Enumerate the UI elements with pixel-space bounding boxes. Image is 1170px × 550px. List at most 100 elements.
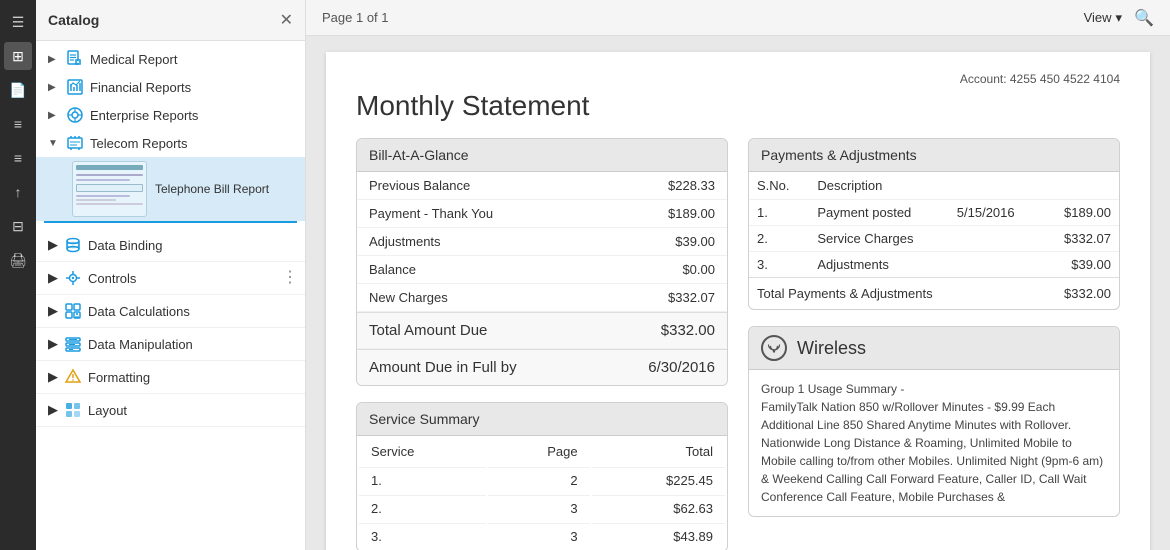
bill-row-payment: Payment - Thank You $189.00 xyxy=(357,200,727,228)
payment-desc: Service Charges xyxy=(809,226,948,252)
service-num: 3. xyxy=(359,523,486,549)
bill-row-label: Adjustments xyxy=(369,234,441,249)
payment-num: 2. xyxy=(749,226,809,252)
expand-arrow: ▶ xyxy=(48,270,58,286)
document-right-column: Payments & Adjustments S.No. Description xyxy=(748,138,1120,550)
expand-arrow: ▶ xyxy=(48,237,58,253)
sidebar-item-label: Layout xyxy=(88,403,127,418)
bill-at-a-glance-header: Bill-At-A-Glance xyxy=(357,139,727,172)
sidebar-item-data-calculations[interactable]: ▶ Data Calculations xyxy=(36,295,305,328)
grid-icon[interactable]: ⊞ xyxy=(4,42,32,70)
sidebar-item-layout[interactable]: ▶ Layout xyxy=(36,394,305,427)
bill-row-previous-balance: Previous Balance $228.33 xyxy=(357,172,727,200)
payment-amount: $39.00 xyxy=(1041,252,1119,278)
expand-arrow: ▶ xyxy=(48,54,60,65)
service-summary-header: Service Summary xyxy=(357,403,727,436)
view-label: View xyxy=(1084,10,1112,25)
sidebar-item-telecom-reports[interactable]: ▼ Telecom Reports xyxy=(36,129,305,157)
sidebar-item-label: Enterprise Reports xyxy=(90,108,297,123)
document-page: Account: 4255 450 4522 4104 Monthly Stat… xyxy=(326,52,1150,550)
bill-row-adjustments: Adjustments $39.00 xyxy=(357,228,727,256)
bill-row-value: $189.00 xyxy=(668,206,715,221)
service-total: $43.89 xyxy=(592,523,725,549)
document-title: Monthly Statement xyxy=(356,90,1120,122)
document-body: Bill-At-A-Glance Previous Balance $228.3… xyxy=(356,138,1120,550)
bill-row-value: $332.00 xyxy=(661,322,715,339)
document-icon[interactable]: 📄 xyxy=(4,76,32,104)
service-row: 1. 2 $225.45 xyxy=(359,467,725,493)
list-icon[interactable]: ≡ xyxy=(4,110,32,138)
top-bar: Page 1 of 1 View ▾ 🔍 xyxy=(306,0,1170,36)
payment-row: 1. Payment posted 5/15/2016 $189.00 xyxy=(749,200,1119,226)
sidebar-item-data-binding[interactable]: ▶ Data Binding xyxy=(36,229,305,262)
expand-arrow: ▶ xyxy=(48,336,58,352)
minus-box-icon[interactable]: ⊟ xyxy=(4,212,32,240)
service-summary-table: Service Page Total 1. 2 $225.45 xyxy=(357,436,727,550)
report-thumbnail-label: Telephone Bill Report xyxy=(155,182,269,196)
expand-arrow: ▶ xyxy=(48,82,60,93)
sidebar-item-label: Data Manipulation xyxy=(88,337,193,352)
view-button[interactable]: View ▾ xyxy=(1084,10,1122,26)
catalog-header: Catalog ✕ xyxy=(36,0,305,41)
bill-row-value: $228.33 xyxy=(668,178,715,193)
service-col-header: Service xyxy=(359,438,486,465)
catalog-close-button[interactable]: ✕ xyxy=(280,10,293,30)
page-col-header: Page xyxy=(488,438,590,465)
bill-row-total-amount: Total Amount Due $332.00 xyxy=(357,312,727,349)
enterprise-reports-icon xyxy=(66,106,84,124)
bill-row-value: $332.07 xyxy=(668,290,715,305)
service-num: 2. xyxy=(359,495,486,521)
hamburger-icon[interactable]: ☰ xyxy=(4,8,32,36)
search-icon[interactable]: 🔍 xyxy=(1134,8,1154,28)
date-col-header xyxy=(949,172,1041,200)
sidebar-item-label: Medical Report xyxy=(90,52,297,67)
data-binding-icon xyxy=(64,236,82,254)
sidebar-item-telephone-bill-report[interactable]: Telephone Bill Report xyxy=(36,157,305,221)
payment-date: 5/15/2016 xyxy=(949,200,1041,226)
expand-arrow: ▶ xyxy=(48,303,58,319)
payments-total-label: Total Payments & Adjustments xyxy=(757,286,933,301)
format-icon[interactable]: ≡ xyxy=(4,144,32,172)
bill-row-label: Total Amount Due xyxy=(369,322,487,339)
document-area: Account: 4255 450 4522 4104 Monthly Stat… xyxy=(306,36,1170,550)
print-icon[interactable]: 🖨 xyxy=(4,246,32,274)
bill-row-balance: Balance $0.00 xyxy=(357,256,727,284)
catalog-panel: Catalog ✕ ▶ Medical Report ▶ xyxy=(36,0,306,550)
payment-date xyxy=(949,226,1041,252)
more-options-icon[interactable]: ⋮ xyxy=(282,270,297,286)
sidebar-item-medical-report[interactable]: ▶ Medical Report xyxy=(36,45,305,73)
payments-table: S.No. Description 1. Payment posted xyxy=(749,172,1119,277)
sidebar-item-label: Financial Reports xyxy=(90,80,297,95)
bill-row-value: $39.00 xyxy=(675,234,715,249)
payment-date xyxy=(949,252,1041,278)
sidebar-item-enterprise-reports[interactable]: ▶ Enterprise Reports xyxy=(36,101,305,129)
account-info: Account: 4255 450 4522 4104 xyxy=(356,72,1120,86)
sidebar-item-controls[interactable]: ▶ Controls ⋮ xyxy=(36,262,305,295)
data-calculations-icon xyxy=(64,302,82,320)
service-num: 1. xyxy=(359,467,486,493)
sidebar-item-data-manipulation[interactable]: ▶ Data Manipulation xyxy=(36,328,305,361)
sidebar-item-financial-reports[interactable]: ▶ Financial Reports xyxy=(36,73,305,101)
upload-icon[interactable]: ↑ xyxy=(4,178,32,206)
payment-row: 3. Adjustments $39.00 xyxy=(749,252,1119,278)
sidebar-item-formatting[interactable]: ▶ Formatting xyxy=(36,361,305,394)
wireless-header: Wireless xyxy=(749,327,1119,370)
bill-row-label: New Charges xyxy=(369,290,448,305)
bill-at-a-glance-box: Bill-At-A-Glance Previous Balance $228.3… xyxy=(356,138,728,386)
bill-row-label: Previous Balance xyxy=(369,178,470,193)
desc-col-header: Description xyxy=(809,172,948,200)
document-left-column: Bill-At-A-Glance Previous Balance $228.3… xyxy=(356,138,728,550)
report-thumbnail xyxy=(72,161,147,217)
controls-icon xyxy=(64,269,82,287)
expand-arrow: ▶ xyxy=(48,369,58,385)
payment-num: 3. xyxy=(749,252,809,278)
medical-report-icon xyxy=(66,50,84,68)
service-total: $62.63 xyxy=(592,495,725,521)
icon-bar: ☰ ⊞ 📄 ≡ ≡ ↑ ⊟ 🖨 xyxy=(0,0,36,550)
sno-col-header: S.No. xyxy=(749,172,809,200)
wireless-title: Wireless xyxy=(797,338,866,359)
service-page: 2 xyxy=(488,467,590,493)
wireless-icon xyxy=(761,335,787,361)
payment-amount: $332.07 xyxy=(1041,226,1119,252)
bill-row-label: Amount Due in Full by xyxy=(369,359,517,376)
